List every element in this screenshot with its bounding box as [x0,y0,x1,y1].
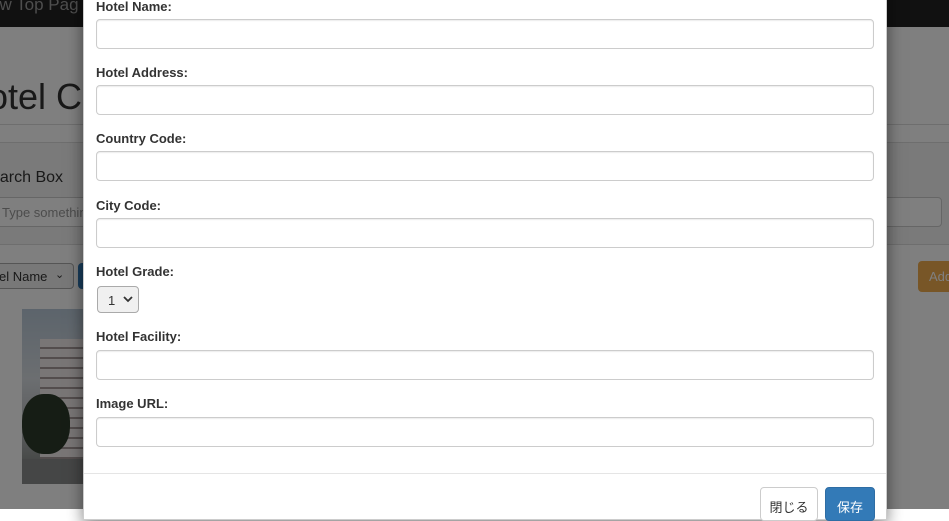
close-button-label: 閉じる [769,500,809,515]
city-code-input[interactable] [96,218,874,248]
hotel-grade-label: Hotel Grade: [96,264,175,279]
close-button[interactable]: 閉じる [760,487,818,521]
hotel-name-input[interactable] [96,19,874,49]
image-url-input[interactable] [96,417,874,447]
hotel-facility-input[interactable] [96,350,874,380]
hotel-facility-label: Hotel Facility: [96,329,182,344]
save-button[interactable]: 保存 [825,487,875,521]
hotel-address-input[interactable] [96,85,874,115]
country-code-label: Country Code: [96,131,187,146]
image-url-label: Image URL: [96,396,169,411]
hotel-grade-value: 1 [108,293,116,308]
hotel-form-modal: Hotel Name: Hotel Address: Country Code:… [83,0,887,521]
hotel-name-label: Hotel Name: [96,0,172,14]
save-button-label: 保存 [836,500,863,515]
hotel-address-label: Hotel Address: [96,65,188,80]
city-code-label: City Code: [96,198,161,213]
modal-footer-divider [84,473,886,474]
chevron-down-icon [123,296,133,303]
country-code-input[interactable] [96,151,874,181]
hotel-grade-select[interactable]: 1 [97,286,139,313]
